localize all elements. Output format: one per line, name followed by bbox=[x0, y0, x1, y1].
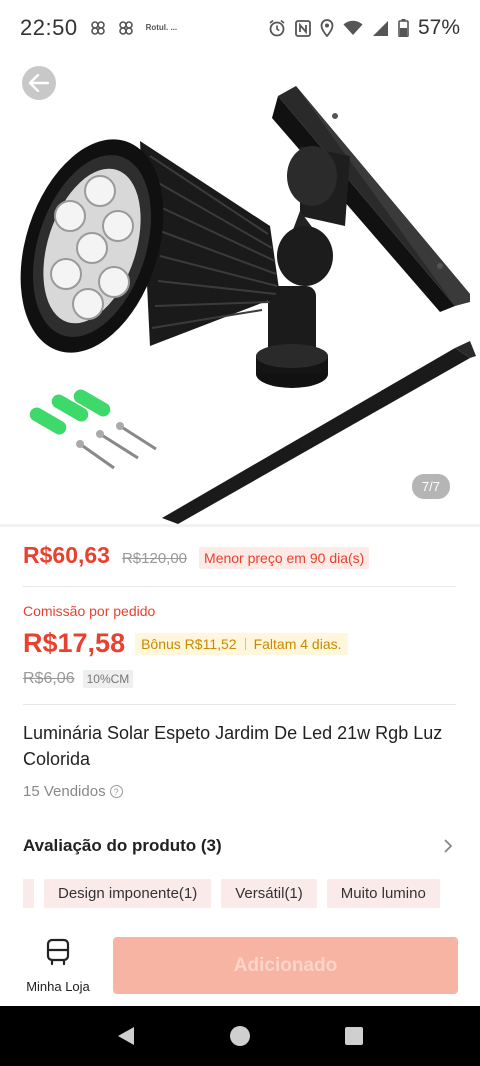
image-counter: 7/7 bbox=[411, 474, 450, 499]
commission-value: R$17,58 bbox=[23, 628, 126, 658]
system-nav-bar bbox=[0, 1006, 480, 1066]
reviews-header[interactable]: Avaliação do produto (3) bbox=[23, 836, 453, 856]
bottom-action-bar: Minha Loja Adicionado bbox=[0, 926, 480, 1006]
review-tags: Design imponente(1) Versátil(1) Muito lu… bbox=[23, 879, 480, 909]
chevron-right-icon bbox=[444, 839, 453, 853]
lowest-price-badge: Menor preço em 90 dia(s) bbox=[199, 547, 370, 569]
price-row: R$60,63 R$120,00 Menor preço em 90 dia(s… bbox=[23, 542, 370, 569]
divider bbox=[23, 704, 456, 705]
reviews-title: Avaliação do produto (3) bbox=[23, 836, 222, 855]
bonus-amount: Bônus R$11,52 bbox=[141, 635, 237, 652]
nav-back-icon[interactable] bbox=[116, 1025, 136, 1047]
nfc-icon bbox=[295, 19, 311, 37]
product-image-gallery[interactable]: 7/7 bbox=[0, 56, 480, 524]
sold-count-text: 15 Vendidos bbox=[23, 783, 106, 800]
app-notification-icon-2 bbox=[118, 21, 133, 35]
review-tag[interactable]: Design imponente(1) bbox=[44, 879, 212, 908]
status-right: 57% bbox=[268, 16, 460, 40]
wifi-icon bbox=[343, 20, 363, 35]
battery-icon bbox=[398, 19, 409, 37]
review-tag[interactable]: Muito lumino bbox=[326, 879, 440, 908]
commission-label: Comissão por pedido bbox=[23, 603, 156, 619]
bonus-badge: Bônus R$11,52 Faltam 4 dias. bbox=[135, 632, 348, 655]
app-notification-icon bbox=[90, 21, 105, 35]
status-time: 22:50 bbox=[20, 15, 78, 40]
location-icon bbox=[320, 19, 334, 37]
add-button[interactable]: Adicionado bbox=[113, 937, 458, 994]
review-tag-partial[interactable] bbox=[23, 879, 34, 908]
bonus-separator bbox=[244, 637, 246, 650]
commission-row: R$17,58 Bônus R$11,52 Faltam 4 dias. bbox=[23, 628, 348, 659]
alarm-icon bbox=[269, 19, 285, 37]
my-store-button[interactable]: Minha Loja bbox=[20, 938, 96, 994]
commission-rate-tag: 10%CM bbox=[82, 670, 134, 688]
signal-icon bbox=[372, 20, 388, 36]
status-bar: 22:50 Rotul. ... 57% bbox=[0, 0, 480, 56]
commission-old-value: R$6,06 bbox=[23, 670, 75, 687]
bonus-days-left: Faltam 4 dias. bbox=[253, 635, 342, 652]
status-left: 22:50 Rotul. ... bbox=[20, 15, 177, 41]
app-logo-notification: Rotul. ... bbox=[145, 23, 178, 32]
divider bbox=[23, 586, 456, 587]
my-store-label: Minha Loja bbox=[26, 979, 90, 994]
review-tag[interactable]: Versátil(1) bbox=[221, 879, 317, 908]
product-title: Luminária Solar Espeto Jardim De Led 21w… bbox=[23, 723, 443, 769]
section-divider bbox=[0, 524, 480, 527]
back-arrow-icon bbox=[29, 74, 49, 92]
help-icon[interactable]: ? bbox=[109, 785, 123, 798]
product-image bbox=[20, 86, 476, 524]
commission-old-row: R$6,06 10%CM bbox=[23, 670, 134, 688]
battery-percent: 57% bbox=[417, 16, 460, 39]
store-icon bbox=[46, 938, 70, 966]
nav-recents-icon[interactable] bbox=[344, 1026, 364, 1046]
sold-count: 15 Vendidos ? bbox=[23, 783, 123, 800]
current-price: R$60,63 bbox=[23, 542, 110, 568]
nav-home-icon[interactable] bbox=[229, 1025, 251, 1047]
original-price: R$120,00 bbox=[121, 550, 188, 567]
back-button[interactable] bbox=[22, 66, 56, 100]
